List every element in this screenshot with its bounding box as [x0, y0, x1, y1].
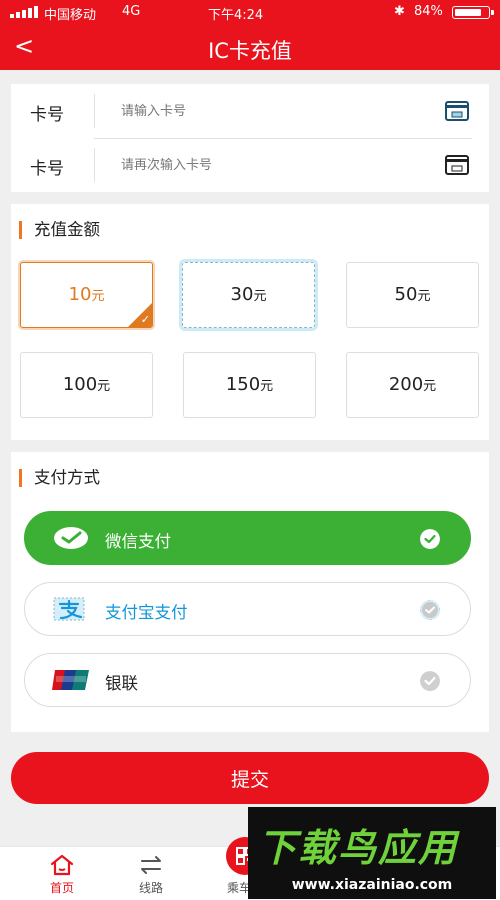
tab-route[interactable]: 线路	[116, 853, 186, 896]
amount-option-30[interactable]: 30元	[182, 262, 315, 328]
payment-label: 支付宝支付	[105, 603, 188, 622]
battery-icon	[452, 6, 494, 19]
amount-option-150[interactable]: 150元	[183, 352, 316, 418]
carrier-name: 中国移动	[44, 8, 97, 23]
page-title: IC卡充值	[208, 39, 292, 63]
tab-label: 线路	[138, 881, 163, 895]
amount-option-10[interactable]: 10元 ✓	[20, 262, 153, 328]
card-number-input[interactable]	[121, 98, 421, 124]
payment-section: 支付方式 微信支付 支付宝支付 银联	[11, 452, 489, 732]
home-icon	[50, 854, 74, 876]
card-number-confirm-input[interactable]	[121, 152, 421, 178]
amount-option-100[interactable]: 100元	[20, 352, 153, 418]
bus-card-icon[interactable]	[445, 101, 469, 121]
tab-home[interactable]: 首页	[27, 853, 97, 896]
payment-label: 微信支付	[105, 532, 171, 551]
wechat-pay-icon	[54, 527, 88, 549]
payment-option-alipay[interactable]: 支付宝支付	[24, 582, 471, 636]
submit-button[interactable]: 提交	[11, 752, 489, 804]
amount-section: 充值金额 10元 ✓ 30元 50元 100元 150元 200元	[11, 204, 489, 440]
card-number-label: 卡号	[30, 105, 64, 125]
network-type: 4G	[122, 4, 141, 19]
card-number-confirm-row: 卡号	[11, 138, 489, 192]
payment-option-unionpay[interactable]: 银联	[24, 653, 471, 707]
bus-card-icon[interactable]	[445, 155, 469, 175]
route-icon	[141, 856, 161, 874]
watermark-url: www.xiazainiao.com	[291, 877, 453, 893]
alipay-icon	[53, 597, 85, 621]
card-number-row: 卡号	[11, 84, 489, 138]
unionpay-icon	[52, 670, 89, 690]
selected-check-icon: ✓	[140, 313, 150, 326]
card-number-form: 卡号 卡号	[11, 84, 489, 192]
nav-bar: < IC卡充值	[0, 24, 500, 70]
watermark: 下载鸟应用 www.xiazainiao.com	[248, 807, 496, 899]
signal-icon	[10, 6, 40, 18]
bluetooth-icon: ✱	[394, 4, 405, 19]
payment-label: 银联	[105, 674, 138, 693]
payment-option-wechat[interactable]: 微信支付	[24, 511, 471, 565]
check-circle-icon	[420, 529, 440, 549]
amount-option-200[interactable]: 200元	[346, 352, 479, 418]
tab-label: 首页	[49, 881, 74, 895]
clock: 下午4:24	[208, 8, 264, 23]
battery-percent: 84%	[414, 4, 443, 19]
check-circle-icon	[420, 671, 440, 691]
payment-section-title: 支付方式	[19, 469, 100, 487]
check-circle-icon	[420, 600, 440, 620]
card-number-confirm-label: 卡号	[30, 159, 64, 179]
amount-option-50[interactable]: 50元	[346, 262, 479, 328]
watermark-logo-text: 下载鸟应用	[258, 826, 459, 870]
amount-section-title: 充值金额	[19, 221, 100, 239]
status-bar: 中国移动 4G 下午4:24 ✱ 84%	[0, 0, 500, 24]
